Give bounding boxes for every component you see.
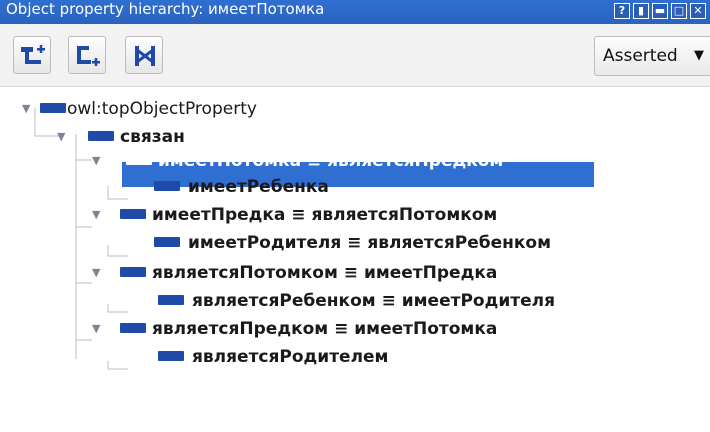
tree-node-label: имеетПредка ≡ являетсяПотомком <box>152 205 498 225</box>
object-property-icon <box>158 295 184 305</box>
tree-node-label: являетсяРодителем <box>192 347 389 367</box>
object-property-icon <box>126 155 152 165</box>
object-property-icon <box>154 237 180 247</box>
object-property-icon <box>40 103 66 113</box>
tree-node-label: имеетРебенка <box>188 177 329 197</box>
tree-node-imeet-roditelya[interactable]: имеетРодителя ≡ являетсяРебенком <box>0 230 660 256</box>
help-button[interactable]: ? <box>614 3 630 19</box>
tree-node-label: owl:topObjectProperty <box>67 99 257 119</box>
add-subproperty-icon <box>21 45 45 64</box>
window-title: Object property hierarchy: имеетПотомка <box>6 0 325 18</box>
tree-node-yavlyaetsya-predkom[interactable]: ▼ являетсяПредком ≡ имеетПотомка <box>0 316 660 342</box>
view-mode-select[interactable]: Asserted ▼ <box>594 36 710 76</box>
object-property-icon <box>154 181 180 191</box>
tree-node-label: связан <box>120 127 185 147</box>
toolbar: Asserted ▼ <box>0 24 710 87</box>
delete-property-button[interactable] <box>125 36 163 74</box>
tree-node-imeet-rebenka[interactable]: имеетРебенка <box>0 174 600 200</box>
collapse-arrow-icon[interactable]: ▼ <box>92 260 106 286</box>
object-property-icon <box>88 131 114 141</box>
object-property-icon <box>158 351 184 361</box>
tree-node-label: являетсяПредком ≡ имеетПотомка <box>152 319 498 339</box>
window-controls: ? ▮ ▬ □ ✕ <box>614 3 706 19</box>
add-sibling-property-button[interactable] <box>68 36 106 74</box>
tree-node-imeet-predka[interactable]: ▼ имеетПредка ≡ являетсяПотомком <box>0 202 600 228</box>
collapse-arrow-icon[interactable]: ▼ <box>92 148 106 174</box>
pin-button[interactable]: ▮ <box>633 3 649 19</box>
object-property-icon <box>120 323 146 333</box>
chevron-down-icon: ▼ <box>694 48 704 63</box>
tree-node-svyazan[interactable]: ▼ связан <box>0 124 400 150</box>
tree-node-yavlyaetsya-potomkom[interactable]: ▼ являетсяПотомком ≡ имеетПредка <box>0 260 660 286</box>
close-button[interactable]: ✕ <box>690 3 706 19</box>
tree-node-imeet-potomka[interactable]: ▼ имеетПотомка ≡ являетсяПредком <box>0 148 600 174</box>
property-tree: ▼ owl:topObjectProperty ▼ связан ▼ имеет… <box>0 88 700 432</box>
tree-node-yavlyaetsya-rebenkom[interactable]: являетсяРебенком ≡ имеетРодителя <box>0 288 660 314</box>
object-property-icon <box>120 209 146 219</box>
collapse-arrow-icon[interactable]: ▼ <box>22 96 36 122</box>
object-property-icon <box>120 267 146 277</box>
delete-property-icon <box>135 46 155 66</box>
minimize-button[interactable]: ▬ <box>652 3 668 19</box>
add-sibling-icon <box>77 46 100 66</box>
tree-node-yavlyaetsya-roditelem[interactable]: являетсяРодителем <box>0 344 600 370</box>
maximize-button[interactable]: □ <box>671 3 687 19</box>
tree-node-label: являетсяРебенком ≡ имеетРодителя <box>192 291 555 311</box>
add-subproperty-button[interactable] <box>13 36 51 74</box>
tree-node-top-object-property[interactable]: ▼ owl:topObjectProperty <box>0 96 400 122</box>
view-mode-value: Asserted <box>603 46 678 66</box>
tree-node-label: имеетРодителя ≡ являетсяРебенком <box>188 233 551 253</box>
collapse-arrow-icon[interactable]: ▼ <box>92 202 106 228</box>
collapse-arrow-icon[interactable]: ▼ <box>57 124 71 150</box>
collapse-arrow-icon[interactable]: ▼ <box>92 316 106 342</box>
tree-node-label: имеетПотомка ≡ являетсяПредком <box>158 151 504 171</box>
window-titlebar: Object property hierarchy: имеетПотомка … <box>0 0 710 24</box>
tree-node-label: являетсяПотомком ≡ имеетПредка <box>152 263 498 283</box>
